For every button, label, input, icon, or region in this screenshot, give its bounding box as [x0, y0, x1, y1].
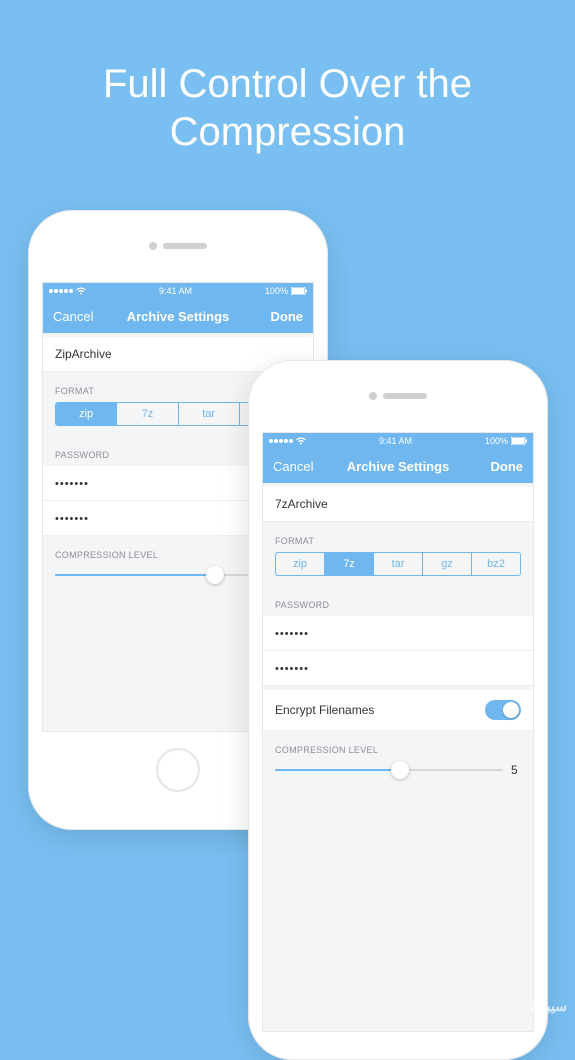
wifi-icon	[296, 437, 306, 445]
signal-icon	[49, 289, 73, 293]
status-bar: 9:41 AM 100%	[263, 433, 533, 449]
device-hardware-top	[248, 360, 548, 432]
nav-title: Archive Settings	[319, 459, 477, 474]
wifi-icon	[76, 287, 86, 295]
encrypt-label: Encrypt Filenames	[275, 703, 374, 717]
encrypt-toggle[interactable]	[485, 700, 521, 720]
nav-title: Archive Settings	[99, 309, 257, 324]
cancel-button[interactable]: Cancel	[53, 309, 99, 324]
battery-icon	[291, 287, 307, 295]
compression-slider[interactable]	[275, 761, 503, 779]
encrypt-filenames-row: Encrypt Filenames	[263, 690, 533, 731]
confirm-password-field[interactable]: •••••••	[263, 651, 533, 686]
format-option-gz[interactable]: gz	[423, 553, 472, 575]
password-field[interactable]: •••••••	[263, 616, 533, 651]
device-mockup-right: 9:41 AM 100% Cancel Archive Settings Don…	[248, 360, 548, 1060]
format-option-tar[interactable]: tar	[179, 403, 240, 425]
compression-value: 5	[511, 763, 521, 777]
format-option-7z[interactable]: 7z	[117, 403, 178, 425]
promo-headline: Full Control Over the Compression	[0, 0, 575, 156]
battery-icon	[511, 437, 527, 445]
archive-name-field[interactable]: 7zArchive	[263, 487, 533, 522]
status-bar: 9:41 AM 100%	[43, 283, 313, 299]
cancel-button[interactable]: Cancel	[273, 459, 319, 474]
format-option-7z[interactable]: 7z	[325, 553, 374, 575]
home-button	[156, 748, 200, 792]
signal-icon	[269, 439, 293, 443]
format-option-tar[interactable]: tar	[374, 553, 423, 575]
watermark: سیبچه	[530, 998, 567, 1015]
done-button[interactable]: Done	[257, 309, 303, 324]
nav-bar: Cancel Archive Settings Done	[43, 299, 313, 333]
format-segmented-control[interactable]: zip7ztargzbz2	[275, 552, 521, 576]
device-hardware-top	[28, 210, 328, 282]
format-option-zip[interactable]: zip	[276, 553, 325, 575]
screen-right: 9:41 AM 100% Cancel Archive Settings Don…	[262, 432, 534, 1032]
status-battery-text: 100%	[265, 286, 288, 296]
nav-bar: Cancel Archive Settings Done	[263, 449, 533, 483]
status-time: 9:41 AM	[86, 286, 265, 296]
done-button[interactable]: Done	[477, 459, 523, 474]
status-battery-text: 100%	[485, 436, 508, 446]
section-format: FORMAT	[263, 522, 533, 552]
status-time: 9:41 AM	[306, 436, 485, 446]
format-option-bz2[interactable]: bz2	[472, 553, 520, 575]
format-option-zip[interactable]: zip	[56, 403, 117, 425]
section-compression: COMPRESSION LEVEL	[263, 731, 533, 761]
section-password: PASSWORD	[263, 586, 533, 616]
